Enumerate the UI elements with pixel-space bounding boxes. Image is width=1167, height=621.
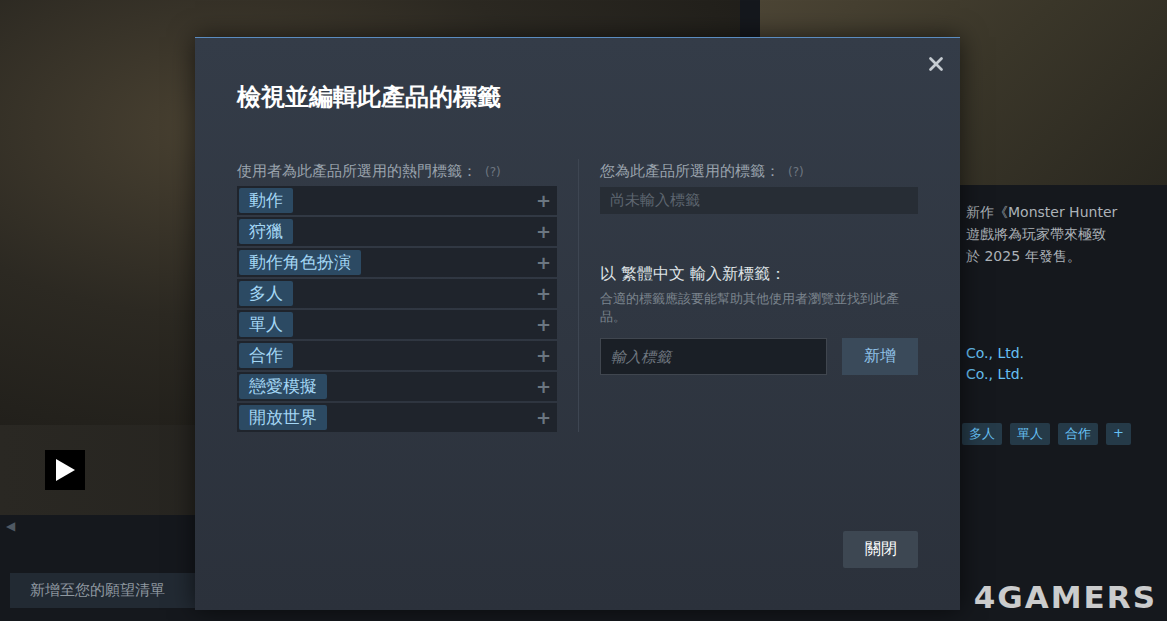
dialog-footer: 關閉 xyxy=(237,531,918,568)
dialog-title: 檢視並編輯此產品的標籤 xyxy=(237,82,918,112)
description-line: 於 2025 年發售。 xyxy=(966,245,1159,267)
close-icon-button[interactable] xyxy=(922,50,950,78)
popular-tag-row: 開放世界 + xyxy=(237,403,557,432)
close-icon xyxy=(925,53,947,75)
popular-tags-column: 使用者為此產品所選用的熱門標籤：(?)動作+狩獵+動作角色扮演+多人+單人+合作… xyxy=(237,159,557,432)
sidebar-tag[interactable]: 合作 xyxy=(1058,423,1098,445)
add-tag-button[interactable]: + xyxy=(536,252,551,273)
store-page: ◀新增至您的願望清單新作《Monster Hunter遊戲將為玩家帶來極致於 2… xyxy=(0,0,1167,621)
tag-chip[interactable]: 開放世界 xyxy=(239,405,327,430)
tag-dialog: 檢視並編輯此產品的標籤使用者為此產品所選用的熱門標籤：(?)動作+狩獵+動作角色… xyxy=(195,37,960,610)
sidebar-tag[interactable]: 單人 xyxy=(1010,423,1050,445)
popular-tag-row: 多人 + xyxy=(237,279,557,308)
add-tag-button[interactable]: + xyxy=(536,283,551,304)
watermark: 4GAMERS xyxy=(974,579,1157,615)
column-divider xyxy=(578,159,579,432)
popular-tag-row: 戀愛模擬 + xyxy=(237,372,557,401)
popular-tag-row: 單人 + xyxy=(237,310,557,339)
play-icon xyxy=(54,458,76,482)
popular-tag-row: 動作角色扮演 + xyxy=(237,248,557,277)
tag-chip[interactable]: 合作 xyxy=(239,343,293,368)
add-tag-button[interactable]: + xyxy=(536,221,551,242)
popular-tag-row: 合作 + xyxy=(237,341,557,370)
new-tag-help: 合適的標籤應該要能幫助其他使用者瀏覽並找到此產品。 xyxy=(600,290,918,326)
tag-chip[interactable]: 戀愛模擬 xyxy=(239,374,327,399)
new-tag-input[interactable] xyxy=(600,338,827,375)
add-tag-button[interactable]: + xyxy=(536,376,551,397)
popular-tag-row: 動作 + xyxy=(237,186,557,215)
description-line: 遊戲將為玩家帶來極致 xyxy=(966,223,1159,245)
company-link[interactable]: Co., Ltd. xyxy=(966,343,1167,364)
company-link[interactable]: Co., Ltd. xyxy=(966,364,1167,385)
add-tag-button[interactable]: + xyxy=(536,190,551,211)
your-tags-label: 您為此產品所選用的標籤：(?) xyxy=(600,159,918,184)
help-hint[interactable]: (?) xyxy=(485,165,501,179)
sidebar-tag[interactable]: + xyxy=(1106,423,1131,445)
add-tag-button[interactable]: + xyxy=(536,407,551,428)
popular-tag-row: 狩獵 + xyxy=(237,217,557,246)
help-hint[interactable]: (?) xyxy=(788,165,804,179)
tag-chip[interactable]: 單人 xyxy=(239,312,293,337)
sidebar-tag[interactable]: 多人 xyxy=(962,423,1002,445)
tag-chip[interactable]: 多人 xyxy=(239,281,293,306)
add-tag-button[interactable]: + xyxy=(536,314,551,335)
tag-chip[interactable]: 動作角色扮演 xyxy=(239,250,361,275)
new-tag-row: 新增 xyxy=(600,338,918,375)
popular-tag-list: 動作 + 狩獵 + 動作角色扮演 + 多人 + 單人 + 合作 + 戀愛模擬 + 開放世界 + xyxy=(237,186,557,432)
tag-chip[interactable]: 狩獵 xyxy=(239,219,293,244)
description-line: 新作《Monster Hunter xyxy=(966,201,1159,223)
close-button[interactable]: 關閉 xyxy=(843,531,918,568)
add-button[interactable]: 新增 xyxy=(842,338,918,375)
add-tag-button[interactable]: + xyxy=(536,345,551,366)
new-tag-label: 以 繁體中文 輸入新標籤： xyxy=(600,262,918,286)
tag-chip[interactable]: 動作 xyxy=(239,188,293,213)
play-button[interactable] xyxy=(45,450,85,490)
dialog-columns: 使用者為此產品所選用的熱門標籤：(?)動作+狩獵+動作角色扮演+多人+單人+合作… xyxy=(237,159,918,432)
your-tags-box: 尚未輸入標籤 xyxy=(600,187,918,214)
popular-tags-label: 使用者為此產品所選用的熱門標籤：(?) xyxy=(237,159,557,184)
your-tags-column: 您為此產品所選用的標籤：(?) 尚未輸入標籤以 繁體中文 輸入新標籤： 合適的標籤應… xyxy=(600,159,918,432)
